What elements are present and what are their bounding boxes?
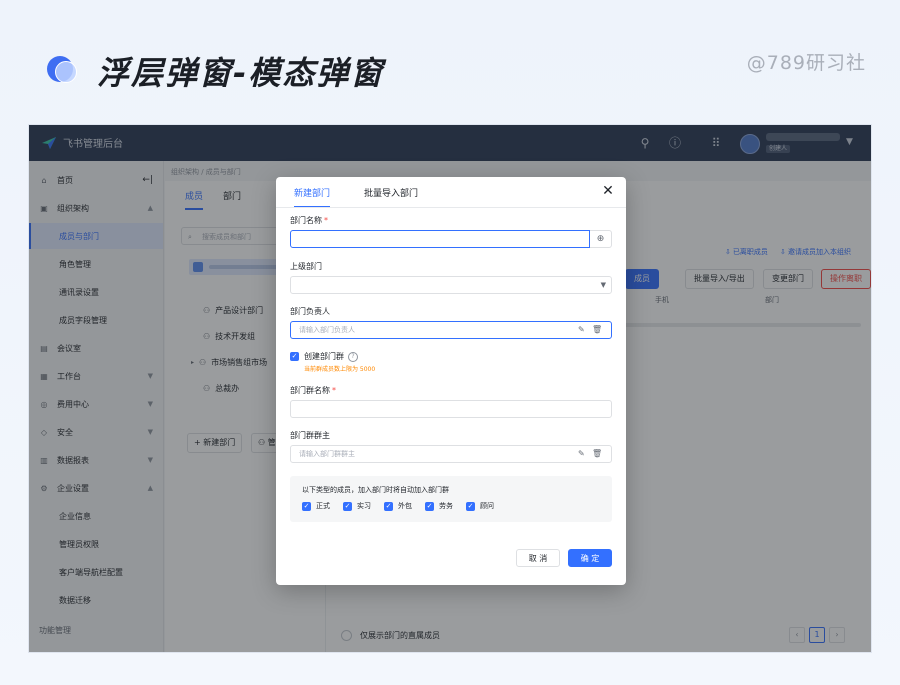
help-icon[interactable]: ?: [348, 351, 358, 362]
slide-title: 浮层弹窗-模态弹窗: [97, 54, 385, 92]
group-owner-input[interactable]: [290, 445, 612, 463]
checkbox-checked-icon: ✓: [384, 501, 393, 511]
group-owner-label: 部门群群主: [290, 431, 330, 440]
group-limit-hint: 当前群成员数上限为 5000: [304, 366, 376, 373]
cancel-button[interactable]: 取 消: [516, 549, 560, 567]
member-types-list: ✓ 正式 ✓ 实习 ✓ 外包 ✓ 劳务 ✓ 顾问: [302, 501, 507, 511]
checkbox-checked-icon: ✓: [466, 501, 475, 511]
dept-name-input[interactable]: [290, 230, 590, 248]
modal-divider: [276, 207, 626, 208]
checkbox-checked-icon: ✓: [290, 352, 299, 361]
tab-batch-import[interactable]: 批量导入部门: [364, 186, 418, 208]
member-types-title: 以下类型的成员，加入部门时将自动加入部门群: [302, 486, 449, 494]
modal-tabs: 新建部门 批量导入部门: [294, 186, 452, 208]
trash-icon[interactable]: 🗑: [592, 325, 602, 334]
type-checkbox-outsourced[interactable]: ✓ 外包: [384, 501, 412, 511]
watermark: @789研习社: [746, 52, 866, 74]
create-group-checkbox[interactable]: ✓ 创建部门群 ?: [290, 351, 358, 362]
close-icon[interactable]: ✕: [600, 183, 616, 199]
type-checkbox-labor[interactable]: ✓ 劳务: [425, 501, 453, 511]
dept-owner-label: 部门负责人: [290, 307, 330, 316]
checkbox-checked-icon: ✓: [302, 501, 311, 511]
type-checkbox-regular[interactable]: ✓ 正式: [302, 501, 330, 511]
dept-owner-input[interactable]: [290, 321, 612, 339]
parent-dept-select[interactable]: [290, 276, 612, 294]
trash-icon[interactable]: 🗑: [592, 449, 602, 458]
globe-icon[interactable]: ⊕: [590, 230, 612, 248]
edit-icon[interactable]: ✎: [578, 449, 585, 458]
confirm-button[interactable]: 确 定: [568, 549, 612, 567]
member-types-box: 以下类型的成员，加入部门时将自动加入部门群 ✓ 正式 ✓ 实习 ✓ 外包 ✓ 劳务 ✓ 顾…: [290, 476, 612, 522]
chevron-down-icon: ▼: [600, 281, 606, 289]
new-department-modal: 新建部门 批量导入部门 ✕ 部门名称* ⊕ 上级部门 ▼ 部门负责人 ✎ 🗑 ✓…: [276, 177, 626, 585]
tab-new-department[interactable]: 新建部门: [294, 186, 331, 208]
parent-dept-label: 上级部门: [290, 262, 322, 271]
dept-name-label: 部门名称 *: [290, 216, 328, 225]
type-checkbox-consultant[interactable]: ✓ 顾问: [466, 501, 494, 511]
group-name-input[interactable]: [290, 400, 612, 418]
group-name-label: 部门群名称 *: [290, 386, 336, 395]
edit-icon[interactable]: ✎: [578, 325, 585, 334]
checkbox-checked-icon: ✓: [425, 501, 434, 511]
admin-screenshot: 飞书管理后台 ⚲ ⓘ ⠿ 创建人 ▼ ⌂ 首页 ←| ▣ 组织架构 ▲ 成员与部门 角色…: [28, 124, 872, 653]
slide-header: 浮层弹窗-模态弹窗: [47, 48, 384, 94]
type-checkbox-intern[interactable]: ✓ 实习: [343, 501, 371, 511]
slide-logo-icon: [47, 56, 77, 86]
checkbox-checked-icon: ✓: [343, 501, 352, 511]
